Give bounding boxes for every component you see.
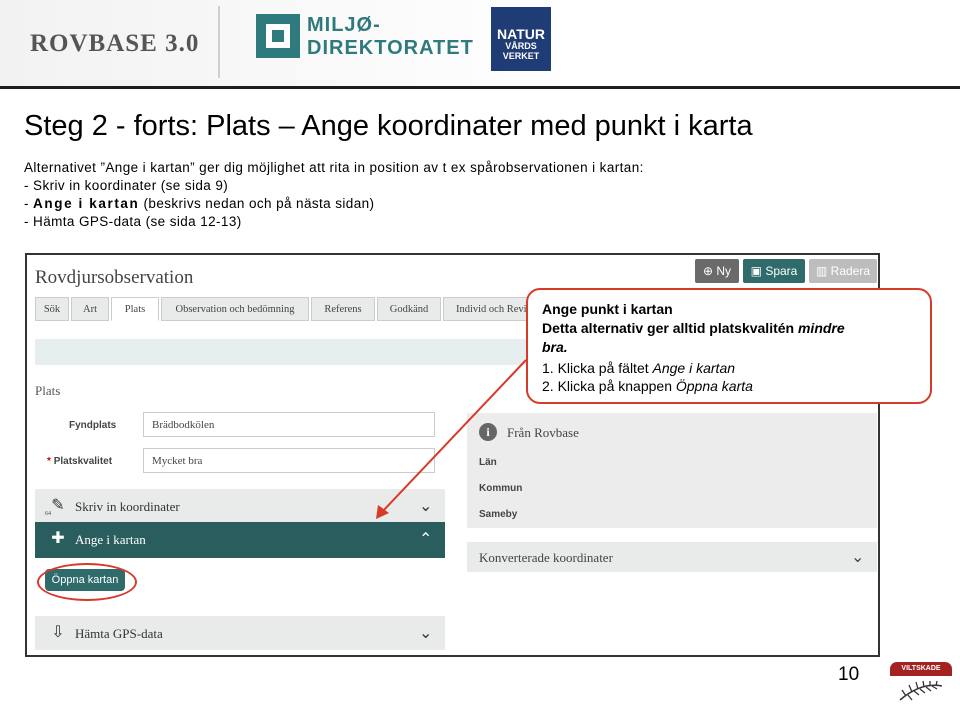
callout-step1-prefix: 1. Klicka på fältet <box>542 360 653 376</box>
callout-step1: 1. Klicka på fältet Ange i kartan <box>542 360 735 376</box>
callout-arrow-line <box>381 359 527 513</box>
page-number: 10 <box>838 664 860 685</box>
callout-note-line2-italic: bra. <box>542 339 568 355</box>
callout-note-start: Detta alternativ ger alltid platskvalité… <box>542 320 798 336</box>
viltskadecenter-logo: VILTSKADE CENTER <box>890 662 956 704</box>
callout-title: Ange punkt i kartan <box>542 301 673 317</box>
callout-note-line2: bra. <box>542 339 568 355</box>
instruction-callout: Ange punkt i kartan Detta alternativ ger… <box>526 288 932 404</box>
callout-note-italic: mindre <box>797 320 845 336</box>
callout-step2: 2. Klicka på knappen Öppna karta <box>542 378 753 394</box>
callout-step2-prefix: 2. Klicka på knappen <box>542 378 676 394</box>
viltskadecenter-logo-banner: VILTSKADE CENTER <box>890 662 952 686</box>
callout-step2-italic: Öppna karta <box>675 378 753 394</box>
callout-note-line1: Detta alternativ ger alltid platskvalité… <box>542 320 845 336</box>
viltskadecenter-logo-text-1: VILTSKADE <box>901 665 941 672</box>
callout-step1-italic: Ange i kartan <box>652 360 736 376</box>
fern-icon <box>899 680 943 701</box>
